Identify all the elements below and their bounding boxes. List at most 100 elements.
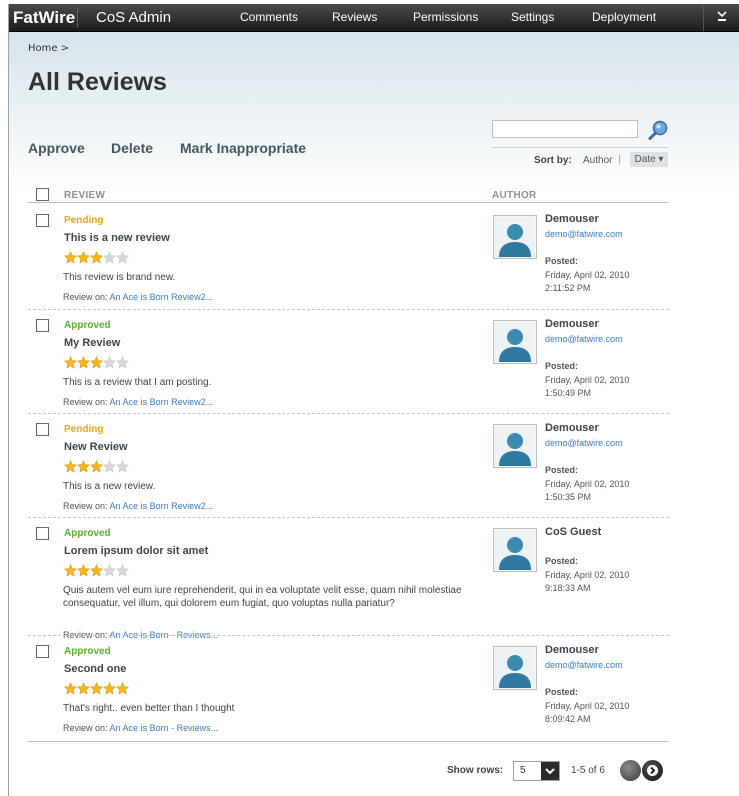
review-on-link[interactable]: An Ace is Born Review2... <box>110 501 214 511</box>
rows-per-page-select[interactable]: 5 <box>513 761 560 781</box>
nav-settings[interactable]: Settings <box>511 4 554 31</box>
status-label: Approved <box>64 646 111 657</box>
posted-time: 8:09:42 AM <box>545 714 591 724</box>
search-button[interactable] <box>647 119 671 141</box>
author-name: Demouser <box>545 422 599 434</box>
row-checkbox[interactable] <box>36 214 49 227</box>
posted-date: Friday, April 02, 2010 9:18:33 AM <box>545 569 629 595</box>
nav-reviews[interactable]: Reviews <box>332 4 377 31</box>
author-email[interactable]: demo@fatwire.com <box>545 229 623 239</box>
posted-day: Friday, April 02, 2010 <box>545 270 630 280</box>
sort-label: Sort by: <box>534 155 572 166</box>
mark-inappropriate-button[interactable]: Mark Inappropriate <box>180 140 306 156</box>
author-name: CoS Guest <box>545 526 602 538</box>
posted-day: Friday, April 02, 2010 <box>545 701 630 711</box>
brand-divider <box>77 8 78 27</box>
posted-label: Posted: <box>545 687 579 697</box>
author-name: Demouser <box>545 213 599 225</box>
author-email[interactable]: demo@fatwire.com <box>545 660 623 670</box>
next-page-button[interactable] <box>642 760 663 781</box>
search-input[interactable] <box>492 120 638 138</box>
rows-per-page-value: 5 <box>520 765 526 776</box>
page-title: All Reviews <box>28 68 167 96</box>
review-title: New Review <box>64 441 128 453</box>
star-filled-icon <box>90 564 103 577</box>
star-rating <box>64 249 129 264</box>
author-email[interactable]: demo@fatwire.com <box>545 438 623 448</box>
posted-time: 9:18:33 AM <box>545 583 591 593</box>
star-filled-icon <box>77 251 90 264</box>
review-title: Lorem ipsum dolor sit amet <box>64 545 209 557</box>
sort-by-date[interactable]: Date ▾ <box>630 152 668 167</box>
review-on-label: Review on: <box>63 723 108 733</box>
posted-day: Friday, April 02, 2010 <box>545 570 630 580</box>
star-empty-icon <box>116 251 129 264</box>
posted-label: Posted: <box>545 556 579 566</box>
author-name: Demouser <box>545 644 599 656</box>
row-checkbox[interactable] <box>36 527 49 540</box>
row-checkbox[interactable] <box>36 423 49 436</box>
avatar <box>493 215 537 259</box>
nav-deployment[interactable]: Deployment <box>592 4 656 31</box>
select-all-checkbox[interactable] <box>36 188 49 201</box>
review-title: This is a new review <box>64 232 170 244</box>
show-rows-label: Show rows: <box>447 765 504 776</box>
review-body: This review is brand new. <box>63 272 176 283</box>
review-on-label: Review on: <box>63 292 108 302</box>
breadcrumb[interactable]: Home > <box>28 43 69 54</box>
avatar <box>493 320 537 364</box>
review-title: Second one <box>64 663 127 675</box>
header-background <box>9 32 739 192</box>
approve-button[interactable]: Approve <box>28 140 85 156</box>
column-header-review: REVIEW <box>64 190 106 201</box>
status-label: Pending <box>64 215 104 226</box>
chevron-down-icon <box>545 768 555 775</box>
user-avatar-icon <box>495 426 535 466</box>
star-filled-icon <box>64 564 77 577</box>
author-email[interactable]: demo@fatwire.com <box>545 334 623 344</box>
status-label: Approved <box>64 320 111 331</box>
previous-page-button[interactable] <box>620 760 641 781</box>
status-label: Approved <box>64 528 111 539</box>
posted-date: Friday, April 02, 2010 8:09:42 AM <box>545 700 629 726</box>
menu-toggle-button[interactable] <box>703 4 739 31</box>
posted-label: Posted: <box>545 361 579 371</box>
sort-divider <box>492 147 668 148</box>
nav-permissions[interactable]: Permissions <box>413 4 478 31</box>
star-empty-icon <box>103 460 116 473</box>
row-divider <box>28 635 669 636</box>
review-on-link[interactable]: An Ace is Born Review2... <box>110 292 214 302</box>
star-empty-icon <box>116 564 129 577</box>
delete-button[interactable]: Delete <box>111 140 153 156</box>
review-on: Review on: An Ace is Born Review2... <box>63 292 213 302</box>
review-on-link[interactable]: An Ace is Born Review2... <box>110 397 214 407</box>
posted-time: 1:50:35 PM <box>545 492 592 502</box>
star-filled-icon <box>103 682 116 695</box>
page-info: 1-5 of 6 <box>571 765 605 776</box>
star-filled-icon <box>77 564 90 577</box>
top-navigation-bar: FatWire CoS Admin Comments Reviews Permi… <box>9 4 739 32</box>
star-filled-icon <box>90 251 103 264</box>
review-body: This is a review that I am posting. <box>63 377 212 388</box>
review-on: Review on: An Ace is Born - Reviews... <box>63 723 218 733</box>
posted-time: 2:11:52 PM <box>545 283 591 293</box>
row-checkbox[interactable] <box>36 319 49 332</box>
star-filled-icon <box>64 251 77 264</box>
avatar <box>493 424 537 468</box>
row-checkbox[interactable] <box>36 645 49 658</box>
row-divider <box>28 309 669 310</box>
sort-by-author[interactable]: Author <box>583 155 612 166</box>
star-empty-icon <box>103 356 116 369</box>
review-on: Review on: An Ace is Born Review2... <box>63 501 213 511</box>
star-rating <box>64 354 129 369</box>
review-on-link[interactable]: An Ace is Born - Reviews... <box>110 723 219 733</box>
nav-comments[interactable]: Comments <box>240 4 298 31</box>
posted-label: Posted: <box>545 256 579 266</box>
brand-logo: FatWire <box>13 8 76 27</box>
status-label: Pending <box>64 424 104 435</box>
star-rating <box>64 458 129 473</box>
app-frame: FatWire CoS Admin Comments Reviews Permi… <box>8 4 739 796</box>
chevron-down-icon <box>717 11 727 21</box>
star-rating <box>64 562 129 577</box>
star-filled-icon <box>116 682 129 695</box>
